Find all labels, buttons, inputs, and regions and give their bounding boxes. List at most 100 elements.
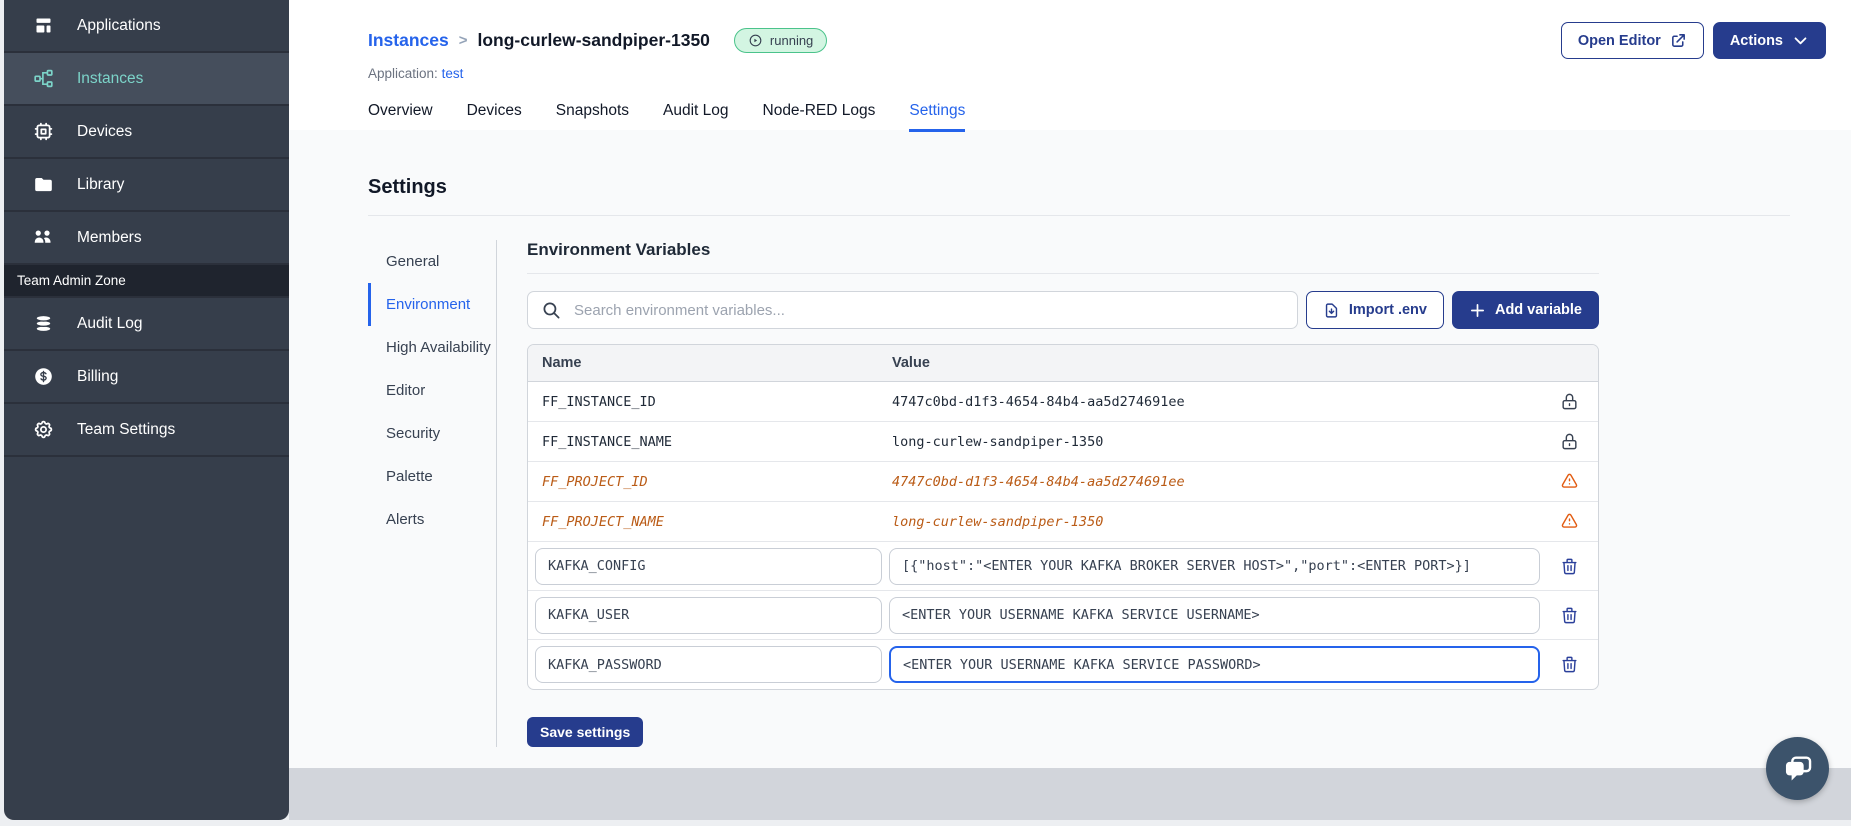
status-badge-label: running [769,33,814,48]
sidebar-item-applications[interactable]: Applications [4,0,289,53]
env-var-name: FF_INSTANCE_ID [542,393,656,410]
subnav-item-editor[interactable]: Editor [368,369,494,412]
tab-snapshots[interactable]: Snapshots [556,102,629,132]
column-header-value: Value [892,355,930,371]
env-var-value-input-focused[interactable] [889,646,1540,683]
subnav-item-general[interactable]: General [368,240,494,283]
application-line: Application: test [368,66,1826,81]
import-file-icon [1325,302,1337,318]
vertical-divider [496,240,497,747]
import-env-button[interactable]: Import .env [1305,291,1444,329]
sidebar-item-members[interactable]: Members [4,212,289,265]
actions-button[interactable]: Actions [1712,22,1826,59]
open-editor-label: Open Editor [1577,32,1661,49]
delete-variable-button[interactable] [1560,606,1579,625]
actions-label: Actions [1729,32,1783,49]
table-row [528,591,1598,640]
sidebar-item-label: Audit Log [77,314,143,332]
tab-devices[interactable]: Devices [467,102,522,132]
status-badge: running [733,28,828,53]
env-var-value: long-curlew-sandpiper-1350 [892,433,1104,450]
devices-icon [34,122,53,141]
settings-title: Settings [368,176,447,198]
sidebar-item-label: Library [77,175,125,193]
play-circle-icon [749,34,762,47]
trash-icon [1561,607,1577,623]
team-settings-icon [34,420,53,439]
settings-subnav: General Environment High Availability Ed… [368,240,494,747]
page-title: long-curlew-sandpiper-1350 [477,30,710,50]
chat-bubbles-icon [1785,755,1811,780]
lock-icon [1561,433,1577,450]
subnav-item-alerts[interactable]: Alerts [368,498,494,541]
subnav-item-security[interactable]: Security [368,412,494,455]
tab-audit-log[interactable]: Audit Log [663,102,729,132]
warning-icon [1561,513,1577,528]
add-variable-button[interactable]: Add variable [1451,291,1599,329]
env-var-name-input[interactable] [535,646,882,683]
team-admin-zone-header: Team Admin Zone [4,265,289,298]
divider [368,215,1790,216]
sidebar-item-label: Billing [77,367,119,385]
env-var-name: FF_PROJECT_ID [542,473,648,490]
env-var-value-input[interactable] [889,547,1540,585]
sidebar-item-library[interactable]: Library [4,159,289,212]
subnav-item-high-availability[interactable]: High Availability [368,326,494,369]
sidebar-item-instances[interactable]: Instances [4,53,289,106]
subnav-item-environment[interactable]: Environment [368,283,494,326]
sidebar-item-label: Devices [77,122,133,140]
env-var-name: FF_INSTANCE_NAME [542,433,673,450]
table-row: FF_INSTANCE_NAME long-curlew-sandpiper-1… [528,422,1598,462]
audit-log-icon [35,314,52,333]
delete-variable-button[interactable] [1560,655,1579,674]
sidebar-item-label: Applications [77,16,161,34]
settings-content: Settings General Environment High Availa… [289,130,1851,747]
instance-tabs: Overview Devices Snapshots Audit Log Nod… [368,102,1826,132]
billing-icon [35,368,52,385]
search-input[interactable] [572,300,1283,320]
table-row [528,542,1598,591]
sidebar-item-label: Team Settings [77,420,176,438]
panel-title: Environment Variables [527,240,1599,274]
breadcrumb-separator: > [458,32,468,49]
sidebar-item-label: Members [77,228,142,246]
env-var-value: long-curlew-sandpiper-1350 [892,513,1104,530]
add-variable-label: Add variable [1494,302,1582,318]
table-header: Name Value [528,345,1598,382]
tab-settings[interactable]: Settings [909,102,966,132]
lock-icon [1561,393,1577,410]
delete-variable-button[interactable] [1560,557,1579,576]
sidebar-item-devices[interactable]: Devices [4,106,289,159]
env-var-name-input[interactable] [535,547,882,585]
open-editor-button[interactable]: Open Editor [1560,22,1704,59]
sidebar-item-billing[interactable]: Billing [4,351,289,404]
sidebar-item-team-settings[interactable]: Team Settings [4,404,289,457]
chat-launcher-button[interactable] [1766,737,1829,800]
chevron-down-icon [1794,37,1807,45]
env-var-name-input[interactable] [535,596,882,634]
env-var-value-input[interactable] [889,596,1540,634]
sidebar-item-label: Instances [77,69,144,87]
save-settings-button[interactable]: Save settings [527,717,644,747]
trash-icon [1561,656,1577,673]
main-area: Instances > long-curlew-sandpiper-1350 r… [289,0,1851,768]
library-icon [35,177,52,192]
members-icon [34,230,51,243]
application-link[interactable]: test [442,66,464,81]
env-vars-table: Name Value FF_INSTANCE_ID 4747c0bd-d1f3-… [527,344,1599,690]
env-var-name: FF_PROJECT_NAME [542,513,664,530]
search-box [527,291,1298,329]
breadcrumb: Instances > long-curlew-sandpiper-1350 [368,30,710,51]
footer-strip [289,768,1851,820]
tab-overview[interactable]: Overview [368,102,433,132]
breadcrumb-instances-link[interactable]: Instances [368,30,449,51]
environment-panel: Environment Variables Import .env Add va… [527,240,1599,747]
tab-node-red-logs[interactable]: Node-RED Logs [763,102,876,132]
subnav-item-palette[interactable]: Palette [368,455,494,498]
external-link-icon [1671,34,1685,47]
column-header-name: Name [542,355,582,371]
applications-icon [36,18,51,33]
plus-icon [1470,303,1484,317]
env-var-value: 4747c0bd-d1f3-4654-84b4-aa5d274691ee [892,473,1185,490]
sidebar-item-audit-log[interactable]: Audit Log [4,298,289,351]
